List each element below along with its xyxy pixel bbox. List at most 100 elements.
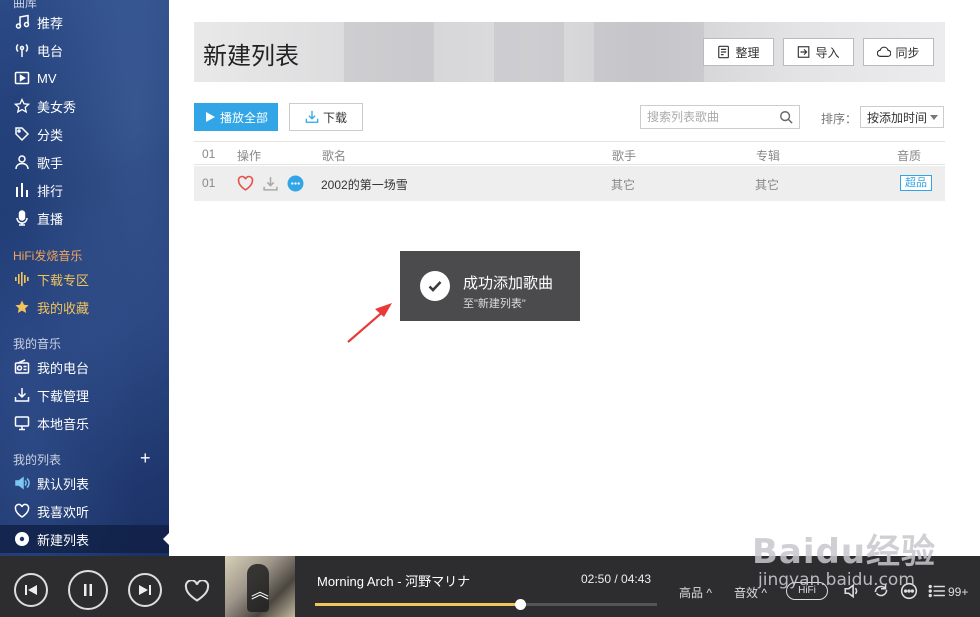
- sidebar-item-live[interactable]: 直播: [0, 204, 169, 232]
- star-filled-icon: [13, 298, 31, 316]
- pause-button[interactable]: [68, 570, 108, 610]
- effect-toggle[interactable]: 音效 ^: [734, 584, 767, 601]
- quality-toggle[interactable]: 高品 ^: [679, 584, 712, 601]
- page-title: 新建列表: [203, 43, 299, 70]
- header-quality: 音质: [897, 149, 922, 163]
- sync-label: 同步: [895, 45, 920, 60]
- more-icon[interactable]: [287, 175, 304, 192]
- sidebar-item-artist[interactable]: 歌手: [0, 148, 169, 176]
- download-button[interactable]: 下载: [289, 103, 363, 131]
- player-bar: ︽ Morning Arch - 河野マリナ 02:50 / 04:43 高品 …: [0, 556, 980, 617]
- header-album[interactable]: 专辑: [756, 147, 780, 164]
- track-time: 02:50 / 04:43: [581, 572, 652, 586]
- organize-icon: [718, 45, 730, 59]
- quality-badge: 超品: [900, 175, 932, 191]
- playlist-banner: 新建列表 整理 导入 同步: [194, 22, 945, 82]
- download-icon[interactable]: [262, 175, 279, 192]
- success-toast: 成功添加歌曲 至"新建列表": [400, 251, 580, 321]
- tag-icon: [13, 125, 31, 143]
- add-list-button[interactable]: +: [140, 449, 151, 467]
- song-artist[interactable]: 其它: [611, 176, 635, 193]
- header-artist[interactable]: 歌手: [612, 147, 636, 164]
- heart-icon[interactable]: [237, 175, 254, 192]
- progress-bar[interactable]: [315, 599, 657, 610]
- sidebar-item-label: 本地音乐: [37, 416, 90, 432]
- import-button[interactable]: 导入: [783, 38, 854, 66]
- toast-subtitle: 至"新建列表": [463, 298, 526, 310]
- download-label: 下载: [322, 110, 347, 125]
- bar-chart-icon: [13, 181, 31, 199]
- play-icon: [205, 112, 215, 122]
- volume-icon[interactable]: [843, 582, 861, 600]
- row-actions: [237, 175, 304, 192]
- row-index: 01: [202, 176, 216, 190]
- sort-dropdown[interactable]: 按添加时间: [860, 106, 944, 128]
- sort-label: 排序：: [821, 112, 858, 126]
- hifi-button[interactable]: HiFi: [786, 582, 828, 600]
- sidebar-item-favorites[interactable]: 我喜欢听: [0, 497, 169, 525]
- header-index: 01: [202, 147, 216, 161]
- sidebar-item-label: 排行: [37, 183, 64, 199]
- album-cover[interactable]: ︽: [225, 556, 295, 617]
- search-icon[interactable]: [779, 110, 793, 124]
- progress-fill: [315, 603, 521, 606]
- header-title[interactable]: 歌名: [322, 147, 346, 164]
- sidebar-item-download-manager[interactable]: 下载管理: [0, 381, 169, 409]
- microphone-icon: [13, 209, 31, 227]
- sidebar-item-radio[interactable]: 电台: [0, 36, 169, 64]
- progress-knob[interactable]: [515, 599, 527, 610]
- table-row[interactable]: 01 2002的第一场雪 其它 其它 超品: [194, 166, 945, 201]
- sidebar-item-new-list[interactable]: 新建列表: [0, 525, 169, 553]
- next-button[interactable]: [128, 573, 162, 607]
- disc-icon: [13, 530, 31, 548]
- sidebar-heading-my-music: 我的音乐: [13, 337, 62, 351]
- sidebar-item-label: 默认列表: [37, 476, 90, 492]
- sidebar-item-label: 下载专区: [37, 272, 90, 288]
- sidebar-item-my-radio[interactable]: 我的电台: [0, 353, 169, 381]
- previous-button[interactable]: [14, 573, 48, 607]
- comment-icon[interactable]: [900, 582, 918, 600]
- monitor-icon: [13, 414, 31, 432]
- radio-antenna-icon: [13, 41, 31, 59]
- mv-play-icon: [13, 69, 31, 87]
- pause-icon: [84, 584, 92, 596]
- playlist-icon[interactable]: [928, 582, 946, 600]
- banner-art: [594, 22, 704, 82]
- sound-wave-icon: [13, 270, 31, 288]
- speaker-icon: [13, 474, 31, 492]
- import-label: 导入: [815, 45, 840, 60]
- sidebar-item-recommend[interactable]: 推荐: [0, 8, 169, 36]
- search-input[interactable]: [647, 109, 771, 125]
- organize-label: 整理: [735, 45, 760, 60]
- banner-art: [494, 22, 564, 82]
- song-title[interactable]: 2002的第一场雪: [321, 176, 408, 193]
- sidebar-item-label: MV: [37, 70, 57, 86]
- sidebar-item-category[interactable]: 分类: [0, 120, 169, 148]
- sidebar-item-mv[interactable]: MV: [0, 64, 169, 92]
- skip-forward-icon: [139, 585, 151, 595]
- expand-up-icon[interactable]: ︽: [251, 578, 269, 604]
- playlist-count: 99+: [948, 585, 969, 599]
- sidebar-item-ranking[interactable]: 排行: [0, 176, 169, 204]
- sidebar-item-default-list[interactable]: 默认列表: [0, 469, 169, 497]
- song-album[interactable]: 其它: [755, 176, 779, 193]
- chevron-up-icon: ^: [703, 586, 712, 600]
- star-outline-icon: [13, 97, 31, 115]
- radio-box-icon: [13, 358, 31, 376]
- play-all-button[interactable]: 播放全部: [194, 103, 278, 131]
- sidebar: 曲库 推荐 电台 MV 美女秀 分类 歌手 排行 直播 HiFi发烧音乐 下载专…: [0, 0, 169, 556]
- organize-button[interactable]: 整理: [703, 38, 774, 66]
- sidebar-item-label: 歌手: [37, 155, 64, 171]
- sidebar-item-local-music[interactable]: 本地音乐: [0, 409, 169, 437]
- import-icon: [798, 46, 810, 58]
- sidebar-item-download-zone[interactable]: 下载专区: [0, 265, 169, 293]
- sync-button[interactable]: 同步: [863, 38, 934, 66]
- sidebar-item-label: 美女秀: [37, 99, 77, 115]
- sidebar-item-show[interactable]: 美女秀: [0, 92, 169, 120]
- like-heart-icon[interactable]: [184, 580, 210, 602]
- sidebar-item-my-collection[interactable]: 我的收藏: [0, 293, 169, 321]
- loop-icon[interactable]: [872, 582, 890, 600]
- music-note-icon: [13, 13, 31, 31]
- play-all-label: 播放全部: [219, 110, 268, 125]
- chevron-up-icon: ^: [758, 586, 767, 600]
